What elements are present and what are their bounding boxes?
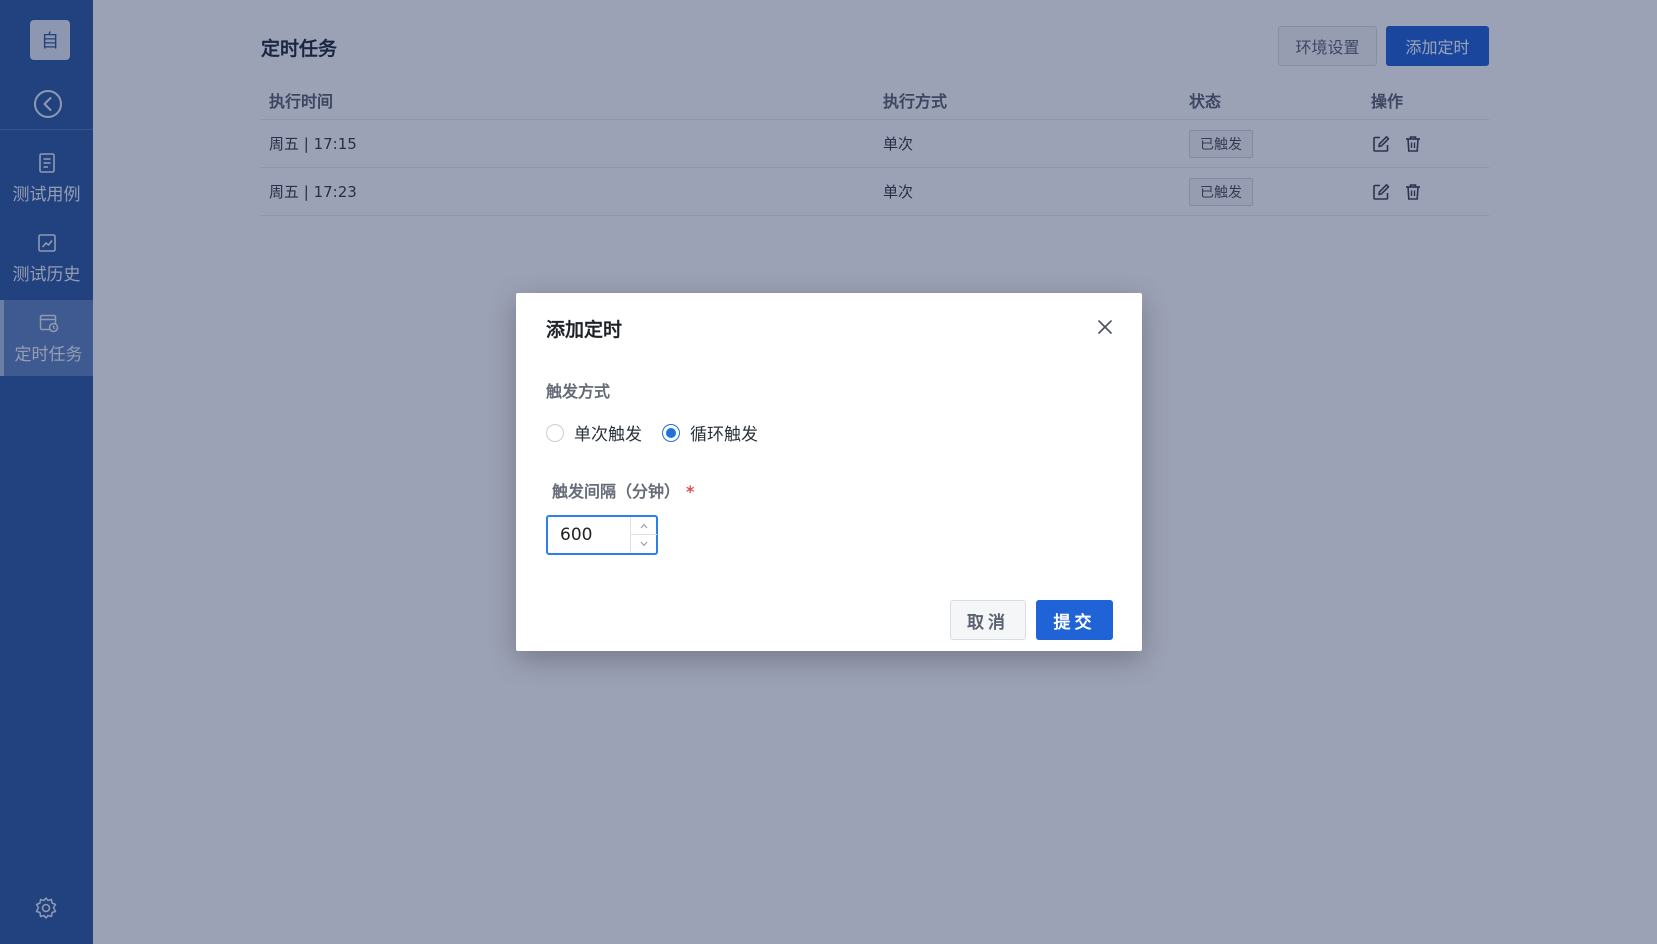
increment-button[interactable] <box>631 517 657 535</box>
trigger-mode-radio-group: 单次触发 循环触发 <box>546 420 758 445</box>
trigger-mode-label: 触发方式 <box>546 382 611 401</box>
interval-stepper <box>630 517 657 553</box>
interval-label-text: 触发间隔（分钟） <box>552 482 681 501</box>
interval-label: 触发间隔（分钟） * <box>552 478 694 502</box>
radio-option-once[interactable]: 单次触发 <box>546 420 642 445</box>
interval-input[interactable] <box>548 517 632 553</box>
interval-number-input[interactable] <box>546 515 658 555</box>
radio-once[interactable] <box>546 423 564 442</box>
chevron-up-icon <box>640 523 648 528</box>
submit-button[interactable]: 提交 <box>1036 600 1113 640</box>
radio-label: 单次触发 <box>574 425 642 445</box>
radio-recurring[interactable] <box>662 423 680 442</box>
decrement-button[interactable] <box>631 535 657 553</box>
cancel-button[interactable]: 取消 <box>950 600 1026 640</box>
dialog-title: 添加定时 <box>546 319 623 341</box>
chevron-down-icon <box>640 541 648 547</box>
close-icon[interactable] <box>1095 317 1115 337</box>
radio-label: 循环触发 <box>690 425 758 445</box>
required-mark: * <box>686 482 695 501</box>
radio-option-recurring[interactable]: 循环触发 <box>662 420 758 445</box>
add-schedule-dialog: 添加定时 触发方式 单次触发 循环触发 触发间隔（分钟） * 600 取消 提交 <box>516 293 1142 651</box>
